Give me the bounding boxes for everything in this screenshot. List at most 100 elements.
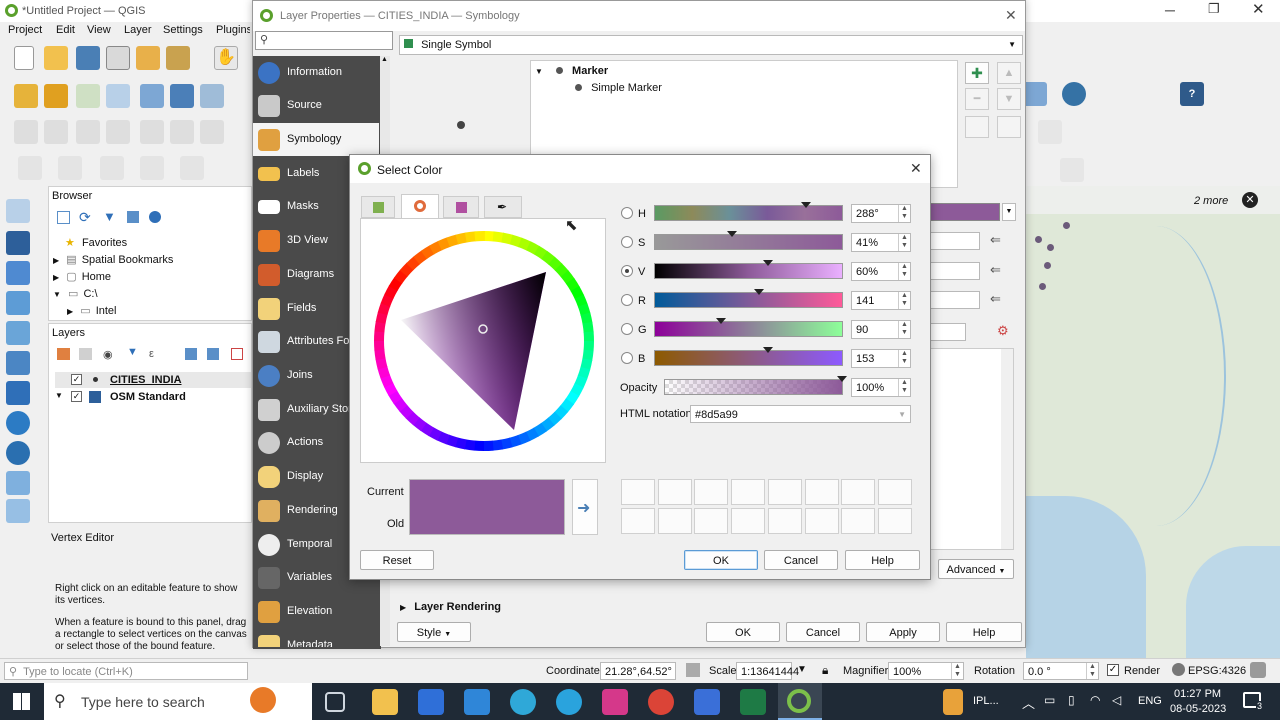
print-layout-icon[interactable]: [106, 46, 130, 70]
color-swatch[interactable]: [621, 508, 655, 534]
add-symbol-layer-button[interactable]: ✚: [965, 62, 989, 84]
scale-combo[interactable]: 1:13641444: [736, 662, 799, 680]
render-checkbox[interactable]: ✓: [1107, 664, 1119, 676]
color-swatch[interactable]: [877, 508, 912, 534]
color-swatch[interactable]: [767, 508, 802, 534]
color-help-button[interactable]: Help: [845, 550, 920, 570]
nav-search-input[interactable]: ⚲: [255, 31, 393, 50]
filter-icon[interactable]: ▼: [103, 209, 116, 224]
spin-arrows-icon[interactable]: ▲ ▼: [951, 663, 963, 679]
annotation-icon[interactable]: [140, 120, 164, 144]
expand-all-icon[interactable]: [185, 348, 197, 360]
close-circle-icon[interactable]: ✕: [1242, 192, 1258, 208]
channel-slider-h[interactable]: [654, 202, 843, 221]
add-point-icon[interactable]: [6, 291, 30, 315]
add-raster-icon[interactable]: [170, 84, 194, 108]
scroll-up-icon[interactable]: ▲: [381, 56, 388, 63]
map-canvas[interactable]: 2 more ✕: [1026, 186, 1280, 658]
data-defined-icon[interactable]: ⇐: [990, 291, 1001, 307]
field-calc-icon[interactable]: [140, 156, 164, 180]
tree-item-marker[interactable]: ▼ Marker: [535, 65, 608, 77]
ipl-app-icon[interactable]: [943, 689, 963, 715]
network-icon[interactable]: [6, 381, 30, 405]
opacity-slider[interactable]: [664, 376, 847, 395]
refresh-icon[interactable]: ⟳: [79, 209, 91, 226]
browser-item-home[interactable]: ▶ ▢ Home: [53, 270, 111, 283]
stats-tool-icon[interactable]: [100, 156, 124, 180]
chevron-down-icon[interactable]: ▼: [898, 406, 906, 424]
layer-help-button[interactable]: Help: [946, 622, 1022, 642]
tray-date[interactable]: 08-05-2023: [1170, 703, 1226, 715]
remove-symbol-layer-button[interactable]: ━: [965, 88, 989, 110]
move-down-button[interactable]: ▼: [997, 88, 1021, 110]
reset-button[interactable]: Reset: [360, 550, 434, 570]
chrome-icon[interactable]: [648, 689, 674, 715]
minimize-icon[interactable]: ─: [1165, 2, 1175, 18]
windows-start-icon[interactable]: [13, 693, 30, 710]
crs-globe-icon[interactable]: [1172, 663, 1185, 676]
advanced-button[interactable]: Advanced ▼: [938, 559, 1014, 579]
size-spinner-behind[interactable]: [930, 291, 980, 309]
layout-manager-icon[interactable]: [136, 46, 160, 70]
node-tool-icon[interactable]: [1038, 120, 1062, 144]
deselect-icon[interactable]: [76, 120, 100, 144]
add-line-layer-icon[interactable]: [6, 321, 30, 345]
tray-lang[interactable]: ENG: [1138, 695, 1162, 707]
color-swatch[interactable]: [694, 479, 729, 505]
info-icon[interactable]: [149, 211, 161, 223]
magnifier-spinbox[interactable]: 100% ▲ ▼: [888, 662, 964, 680]
spin-arrows-icon[interactable]: ▲ ▼: [898, 350, 910, 367]
measure-icon[interactable]: [106, 120, 130, 144]
add-selected-icon[interactable]: [57, 211, 70, 224]
layer-cancel-button[interactable]: Cancel: [786, 622, 860, 642]
layer-diagram-icon[interactable]: [1023, 82, 1047, 106]
channel-spinbox-s[interactable]: 41% ▲ ▼: [851, 233, 911, 252]
slider-thumb[interactable]: [753, 289, 764, 295]
spin-arrows-icon[interactable]: ▲ ▼: [1086, 663, 1098, 679]
color-swatch[interactable]: [841, 479, 876, 505]
nav-item-elevation[interactable]: Elevation: [253, 595, 379, 628]
label-tool-icon[interactable]: [170, 120, 194, 144]
add-vector-icon[interactable]: [76, 84, 100, 108]
channel-radio-g[interactable]: [621, 323, 633, 335]
pan-hand-icon[interactable]: ✋: [214, 46, 238, 70]
spin-arrows-icon[interactable]: ▲ ▼: [898, 263, 910, 280]
save-project-icon[interactable]: [76, 46, 100, 70]
spin-arrows-icon[interactable]: ▲ ▼: [898, 234, 910, 251]
python-console-icon[interactable]: [1062, 82, 1086, 106]
identify-icon[interactable]: [14, 120, 38, 144]
tray-battery-icon[interactable]: ▯: [1068, 693, 1075, 707]
color-swatch[interactable]: [694, 508, 729, 534]
spin-arrows-icon[interactable]: ▲ ▼: [898, 205, 910, 222]
lock-layer-button[interactable]: [997, 116, 1021, 138]
tab-color-wheel[interactable]: [401, 194, 439, 219]
renderer-combo[interactable]: Single Symbol ▼: [399, 35, 1023, 55]
channel-radio-b[interactable]: [621, 352, 633, 364]
spin-arrows-icon[interactable]: ▲ ▼: [898, 292, 910, 309]
attribute-tool-icon[interactable]: [58, 156, 82, 180]
tray-volume-icon[interactable]: ◁: [1112, 693, 1121, 707]
eye-icon[interactable]: ◉: [103, 348, 113, 361]
color-button-behind[interactable]: [930, 203, 1000, 221]
diagram-tool-icon[interactable]: [18, 156, 42, 180]
menu-view[interactable]: View: [87, 24, 111, 36]
open-project-icon[interactable]: [44, 46, 68, 70]
opacity-thumb[interactable]: [837, 376, 847, 382]
remove-layer-icon[interactable]: [231, 348, 243, 360]
globe-wms-icon[interactable]: [6, 411, 30, 435]
nav-item-source[interactable]: Source: [253, 89, 379, 122]
add-polygon-icon[interactable]: [6, 351, 30, 375]
color-swatch[interactable]: [804, 479, 839, 505]
qgis-taskbar-item[interactable]: [778, 683, 822, 720]
slider-thumb[interactable]: [801, 202, 812, 208]
channel-slider-g[interactable]: [654, 318, 843, 337]
duplicate-layer-button[interactable]: [965, 116, 989, 138]
close-icon[interactable]: ✕: [910, 160, 922, 177]
slider-thumb[interactable]: [716, 318, 727, 324]
slider-thumb[interactable]: [763, 347, 774, 353]
mail-icon[interactable]: [464, 689, 490, 715]
tab-color-picker[interactable]: ✒: [484, 196, 522, 218]
tray-chevron-icon[interactable]: ︿: [1022, 693, 1035, 712]
layer-item-osm[interactable]: ▼ ✓ OSM Standard: [55, 389, 251, 405]
layer-checkbox[interactable]: ✓: [71, 374, 82, 385]
